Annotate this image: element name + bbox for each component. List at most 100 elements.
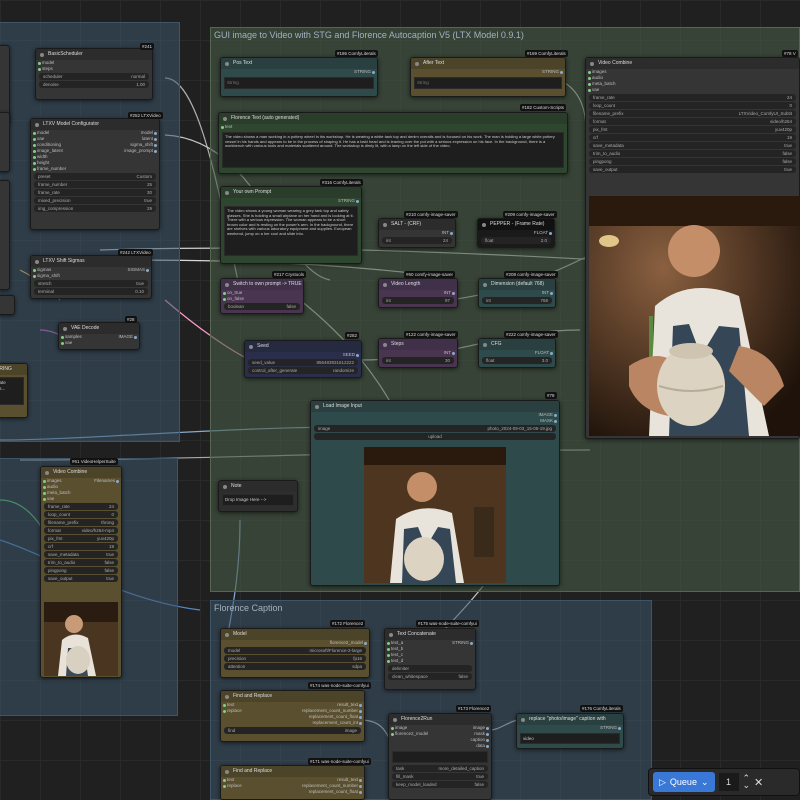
filename-prefix-widget[interactable]: filename_prefix throng [44, 519, 118, 526]
slot[interactable]: text [219, 124, 567, 130]
pingpong-widget[interactable]: pingpong false [44, 567, 118, 574]
slot[interactable]: SEED [245, 352, 361, 358]
batch-count-input[interactable]: 1 [718, 773, 739, 791]
int-widget[interactable]: int 97 [382, 297, 454, 304]
loop-count-widget[interactable]: loop_count 0 [44, 511, 118, 518]
slot[interactable]: text_d [385, 658, 430, 664]
chevron-down-icon[interactable]: ⌄ [701, 772, 709, 792]
precision-widget[interactable]: precision fp16 [224, 655, 366, 662]
delimiter-widget[interactable]: delimiter [388, 665, 472, 672]
slot[interactable]: STRING [411, 69, 565, 75]
image-select-widget[interactable]: image photo_2024-09-03_15-05-19.jpg [314, 425, 556, 432]
int-widget[interactable]: int 768 [482, 297, 552, 304]
replace-caption-node[interactable]: replace "photo/image" caption with STRIN… [516, 713, 624, 749]
salt-crf-node[interactable]: SALT - (CRF) INT int 24 [378, 218, 456, 248]
float-widget[interactable]: float 3.0 [482, 357, 552, 364]
offscreen-node[interactable] [0, 295, 15, 315]
find-replace-node[interactable]: Find and Replace text replace result_tex… [220, 690, 365, 742]
slot[interactable]: replacement_count_float [269, 789, 364, 795]
offscreen-node[interactable] [0, 180, 10, 290]
slot[interactable]: STRING [430, 640, 475, 646]
format-widget[interactable]: format video/h264 [589, 118, 796, 125]
frame-rate-widget[interactable]: frame_rate 30 [34, 189, 156, 196]
batch-stepper[interactable]: ⌃ ⌄ [743, 774, 751, 790]
slot[interactable]: vae [41, 496, 81, 502]
frame-rate-widget[interactable]: frame_rate 24 [589, 94, 796, 101]
text-area[interactable]: Generate images... [0, 377, 24, 405]
slot[interactable]: STRING [517, 725, 623, 731]
denoise-widget[interactable]: denoise 1.00 [39, 81, 149, 88]
florence-model-node[interactable]: Model florence2_model model microsoft/Flo… [220, 628, 370, 678]
dimension-node[interactable]: Dimension (default 768) INT int 768 [478, 278, 556, 308]
ltxv-configurator-node[interactable]: LTXV Model Configurator model vae condit… [30, 118, 160, 230]
control-after-generate-widget[interactable]: control_after_generate randomize [248, 367, 358, 374]
trim-to-audio-widget[interactable]: trim_to_audio false [44, 559, 118, 566]
slot[interactable]: IMAGE [99, 334, 139, 340]
filename-prefix-widget[interactable]: filename_prefix LTXVideo_ComfyUI_Subtit [589, 110, 796, 117]
format-widget[interactable]: format video/h264-mp4 [44, 527, 118, 534]
offscreen-node[interactable] [0, 112, 10, 172]
save-metadata-widget[interactable]: save_metadata true [589, 142, 796, 149]
scheduler-widget[interactable]: scheduler normal [39, 73, 149, 80]
cfg-node[interactable]: CFG FLOAT float 3.0 [478, 338, 556, 368]
pix-fmt-widget[interactable]: pix_fmt yuv420p [589, 126, 796, 133]
slot[interactable]: data [440, 743, 491, 749]
video-length-node[interactable]: Video Length INT int 97 [378, 278, 458, 308]
crf-widget[interactable]: crf 19 [44, 543, 118, 550]
vae-decode-node[interactable]: VAE Decode samples vae IMAGE [58, 322, 140, 350]
florence-text-node[interactable]: Florence Text (auto generated) text The … [218, 112, 568, 174]
text-area[interactable]: The video shows a man working in a potte… [222, 132, 564, 168]
loop-count-widget[interactable]: loop_count 0 [589, 102, 796, 109]
after-text-node[interactable]: After Text STRING String [410, 57, 566, 97]
task-widget[interactable]: task more_detailed_caption [392, 765, 488, 772]
own-prompt-node[interactable]: Your own Prompt STRING The video shows a… [220, 186, 362, 264]
text-area[interactable]: String [224, 77, 374, 89]
mixed-precision-widget[interactable]: mixed_precision true [34, 197, 156, 204]
chevron-down-icon[interactable]: ⌄ [743, 781, 751, 790]
clean-whitespace-widget[interactable]: clean_whitespace false [388, 673, 472, 680]
slot[interactable]: sigma_shift [31, 273, 91, 279]
slot[interactable]: replacement_count_int [269, 720, 364, 726]
slot[interactable]: STRING [221, 69, 377, 75]
pos-text-node[interactable]: Pos Text STRING String [220, 57, 378, 97]
frame-rate-widget[interactable]: frame_rate 24 [44, 503, 118, 510]
slot[interactable]: florence2_model [389, 731, 440, 737]
save-output-widget[interactable]: save_output true [44, 575, 118, 582]
text-output-node[interactable]: STRING Generate images... [0, 363, 28, 418]
pingpong-widget[interactable]: pingpong false [589, 158, 796, 165]
text-input[interactable] [392, 751, 488, 763]
find-widget[interactable]: find image [224, 727, 361, 734]
workflow-canvas[interactable]: GUI image to Video with STG and Florence… [0, 0, 800, 800]
save-output-widget[interactable]: save_output true [589, 166, 796, 173]
int-widget[interactable]: int 24 [382, 237, 452, 244]
crf-widget[interactable]: crf 19 [589, 134, 796, 141]
slot[interactable]: frame_number [31, 166, 95, 172]
slot[interactable]: Filenames [81, 478, 121, 484]
slot[interactable]: image_prompt [95, 148, 159, 154]
text-area[interactable]: video [520, 733, 620, 744]
slot[interactable]: MASK [311, 418, 559, 424]
cancel-icon[interactable]: ✕ [754, 776, 763, 789]
pepper-frame-rate-node[interactable]: PEPPER - (Frame Rate) FLOAT float 2.0 [477, 218, 555, 248]
trim-to-audio-widget[interactable]: trim_to_audio false [589, 150, 796, 157]
slot[interactable]: INT [479, 290, 555, 296]
note-text[interactable]: Drop Image Here --> [222, 494, 294, 506]
ltxv-shift-sigmas-node[interactable]: LTXV Shift Sigmas sigmas sigma_shift SIG… [30, 255, 152, 299]
fill-mask-widget[interactable]: fill_mask true [392, 773, 488, 780]
frame-number-widget[interactable]: frame_number 25 [34, 181, 156, 188]
attention-widget[interactable]: attention sdpa [224, 663, 366, 670]
text-area[interactable]: String [414, 77, 562, 89]
slot[interactable]: vae [586, 87, 799, 93]
queue-button[interactable]: ▷ Queue ⌄ [653, 772, 715, 792]
slot[interactable]: INT [379, 230, 455, 236]
slot[interactable]: replace [221, 783, 269, 789]
seed-node[interactable]: Seed SEED seed_value 856483931612222 cont… [244, 340, 362, 378]
slot[interactable]: steps [36, 66, 152, 72]
preset-widget[interactable]: preset Custom [34, 173, 156, 180]
int-widget[interactable]: int 30 [382, 357, 454, 364]
text-concatenate-node[interactable]: Text Concatenate text_a text_b text_c te… [384, 628, 476, 690]
slot[interactable]: STRING [221, 198, 361, 204]
stretch-widget[interactable]: stretch true [34, 280, 148, 287]
switch-prompt-node[interactable]: Switch to own prompt -> TRUE on_true on_… [220, 278, 304, 314]
slot[interactable]: replace [221, 708, 269, 714]
